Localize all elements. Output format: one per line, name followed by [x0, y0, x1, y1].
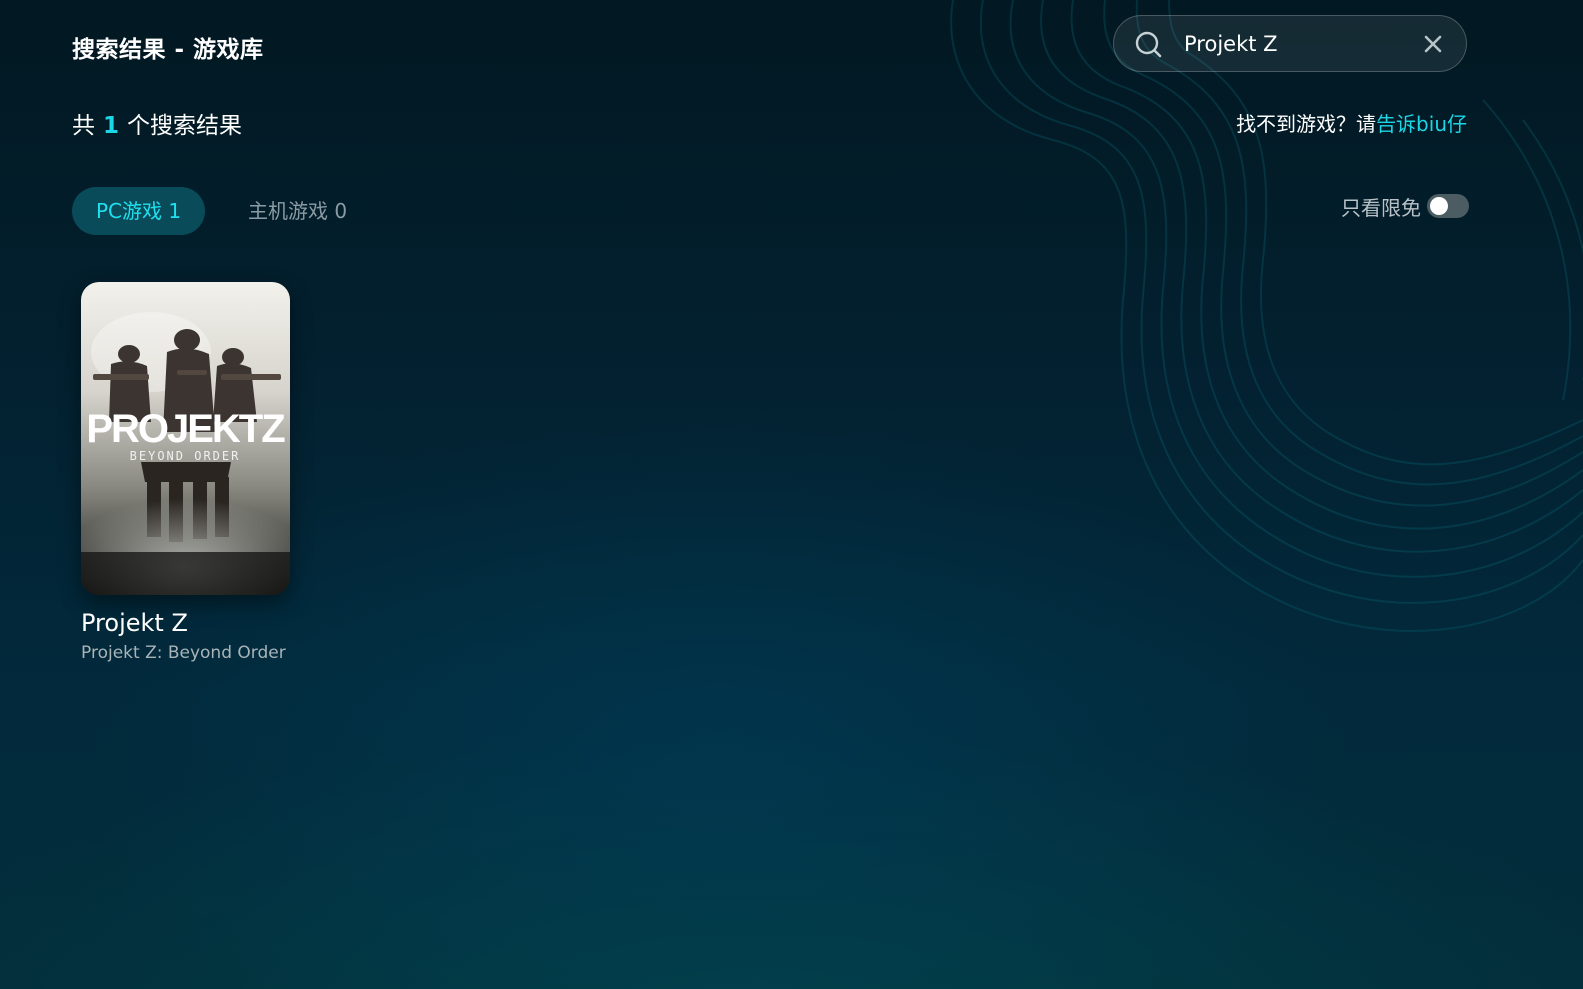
game-cover-image[interactable]: PROJEKTZ BEYOND ORDER [81, 282, 290, 595]
page-title: 搜索结果 - 游戏库 [72, 37, 264, 63]
free-only-label: 只看限免 [1341, 195, 1421, 220]
cover-logo-text: PROJEKTZ [86, 407, 285, 451]
free-only-filter: 只看限免 [1341, 192, 1469, 220]
cover-logo-subtext: BEYOND ORDER [130, 449, 241, 463]
missing-game-question: 找不到游戏？请 [1236, 112, 1377, 136]
result-count-number: 1 [103, 113, 120, 139]
feedback-link[interactable]: 告诉biu仔 [1376, 112, 1467, 136]
tab-pc-games[interactable]: PC游戏 1 [72, 187, 206, 235]
free-only-toggle[interactable] [1427, 194, 1469, 218]
background-pattern [950, 0, 1583, 632]
game-subtitle: Projekt Z: Beyond Order [81, 643, 286, 663]
game-title[interactable]: Projekt Z [81, 609, 290, 637]
result-count: 共 1 个搜索结果 [72, 106, 242, 140]
missing-game-help: 找不到游戏？请告诉biu仔 [1236, 108, 1467, 137]
tab-console-games[interactable]: 主机游戏 0 [248, 187, 347, 235]
search-input[interactable] [1184, 28, 1404, 60]
result-count-suffix: 个搜索结果 [127, 113, 243, 139]
result-count-prefix: 共 [72, 113, 95, 139]
search-box[interactable] [1113, 15, 1467, 72]
search-icon[interactable] [1134, 30, 1164, 60]
toggle-knob [1430, 197, 1448, 215]
game-card[interactable]: PROJEKTZ BEYOND ORDER Projekt Z Projekt … [81, 282, 290, 663]
close-icon[interactable] [1422, 33, 1444, 55]
